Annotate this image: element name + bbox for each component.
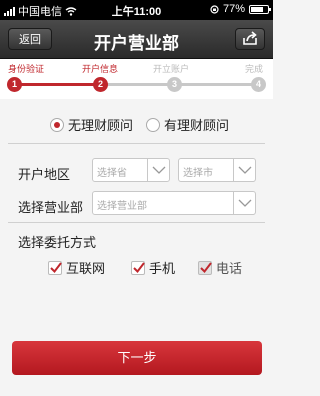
- delegation-label: 选择委托方式: [18, 235, 97, 250]
- progress-steps: 身份验证 开户信息 开立账户 完成 1 2 3 4: [0, 59, 273, 99]
- branch-select[interactable]: 选择营业部: [92, 191, 256, 215]
- radio-no-advisor[interactable]: 无理财顾问: [50, 115, 133, 134]
- step-label-3: 开立账户: [153, 64, 190, 74]
- branch-label: 选择营业部: [18, 200, 84, 215]
- region-label: 开户地区: [18, 167, 71, 182]
- battery-percent: 77%: [222, 3, 245, 15]
- province-select[interactable]: 选择省: [92, 158, 170, 182]
- branch-placeholder: 选择营业部: [97, 201, 147, 212]
- next-step-button[interactable]: 下一步: [12, 341, 262, 375]
- checkbox-mobile[interactable]: 手机: [131, 258, 175, 277]
- checkbox-label: 互联网: [66, 261, 106, 276]
- chevron-down-icon: [233, 159, 255, 181]
- radio-has-advisor[interactable]: 有理财顾问: [146, 115, 229, 134]
- page-title: 开户营业部: [94, 34, 179, 53]
- nav-bar: 返回 开户营业部: [0, 20, 273, 59]
- province-placeholder: 选择省: [97, 168, 127, 179]
- radio-unselected-icon: [146, 117, 160, 132]
- city-select[interactable]: 选择市: [178, 158, 256, 182]
- step-label-1: 身份验证: [8, 64, 45, 74]
- step-label-4: 完成: [245, 64, 264, 74]
- step-dot-2: 2: [93, 77, 108, 92]
- step-dot-3: 3: [167, 77, 182, 92]
- advisor-choice: 无理财顾问 有理财顾问: [0, 110, 273, 140]
- city-placeholder: 选择市: [183, 168, 213, 179]
- checkbox-internet[interactable]: 互联网: [48, 258, 105, 277]
- step-connector-1: [14, 83, 100, 86]
- checkbox-phone[interactable]: 电话: [198, 258, 242, 277]
- checkbox-checked-icon: [131, 260, 145, 275]
- checkbox-label: 电话: [216, 261, 243, 276]
- divider: [8, 222, 265, 223]
- radio-label: 有理财顾问: [164, 118, 230, 133]
- battery-level: [251, 6, 264, 12]
- step-label-2: 开户信息: [82, 64, 119, 74]
- status-right: 77%: [210, 3, 271, 15]
- chevron-down-icon: [147, 159, 169, 181]
- lock-rotation-icon: [210, 4, 219, 14]
- divider: [8, 143, 265, 144]
- share-icon: [243, 31, 257, 45]
- status-bar: 中国电信 上午11:00 77%: [0, 0, 273, 20]
- battery-icon: [249, 4, 271, 14]
- chevron-down-icon: [233, 192, 255, 214]
- checkbox-checked-icon: [48, 260, 62, 275]
- radio-label: 无理财顾问: [68, 118, 134, 133]
- share-button[interactable]: [235, 28, 265, 50]
- step-dot-1: 1: [7, 77, 22, 92]
- step-dot-4: 4: [251, 77, 266, 92]
- radio-selected-icon: [50, 117, 64, 132]
- checkbox-checked-icon: [198, 260, 212, 275]
- checkbox-label: 手机: [149, 261, 176, 276]
